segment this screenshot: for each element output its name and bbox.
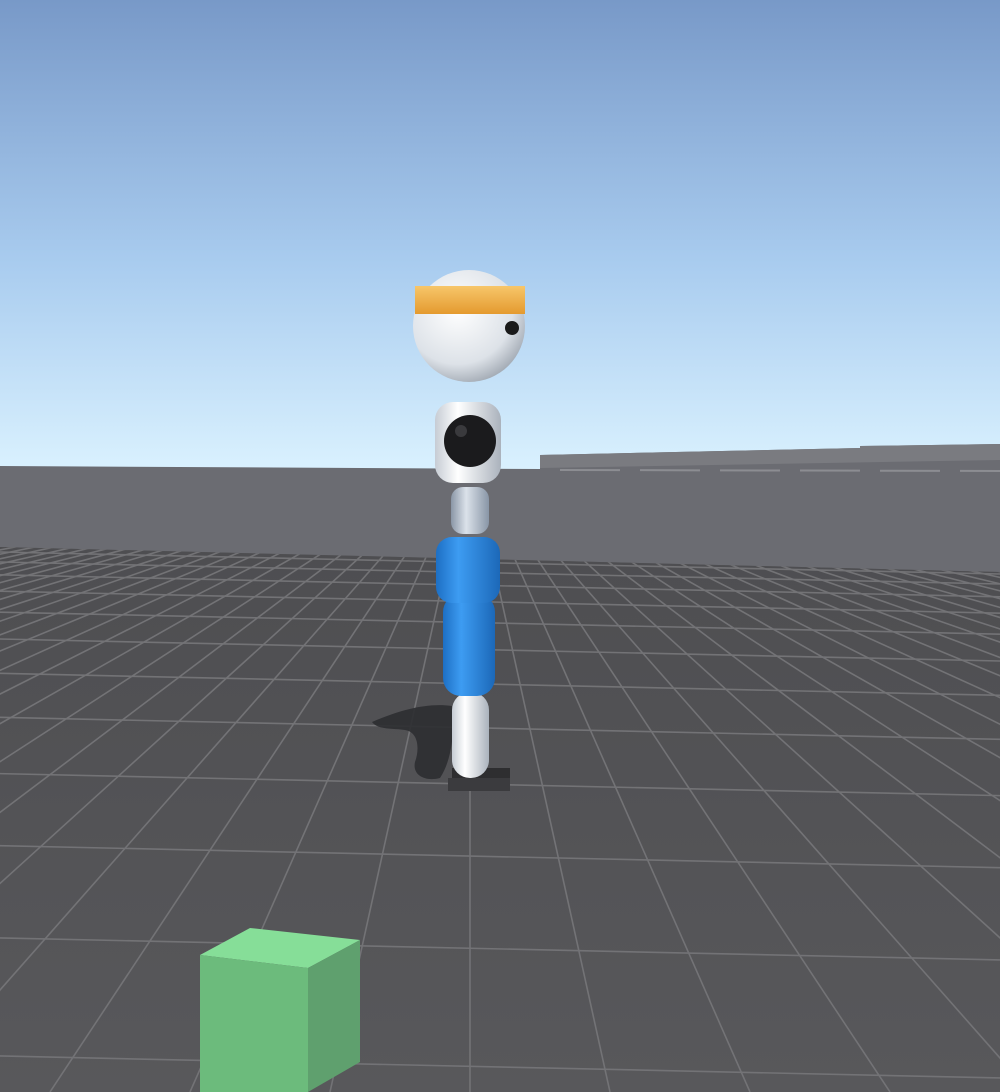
- robot-sensor-block[interactable]: [435, 402, 501, 483]
- sensor-lens: [444, 415, 496, 467]
- robot-lower-torso[interactable]: [443, 594, 495, 696]
- robot-neck[interactable]: [451, 487, 489, 534]
- robot-head[interactable]: [413, 270, 525, 382]
- game-viewport[interactable]: [0, 0, 1000, 1092]
- cube-front-face: [200, 955, 308, 1092]
- robot-upper-torso[interactable]: [436, 537, 500, 603]
- robot-leg[interactable]: [452, 692, 489, 778]
- scene-canvas: [0, 0, 1000, 1092]
- green-cube[interactable]: [200, 928, 360, 1092]
- robot-headband: [415, 286, 525, 314]
- sky: [0, 0, 1000, 480]
- robot-eye: [505, 321, 519, 335]
